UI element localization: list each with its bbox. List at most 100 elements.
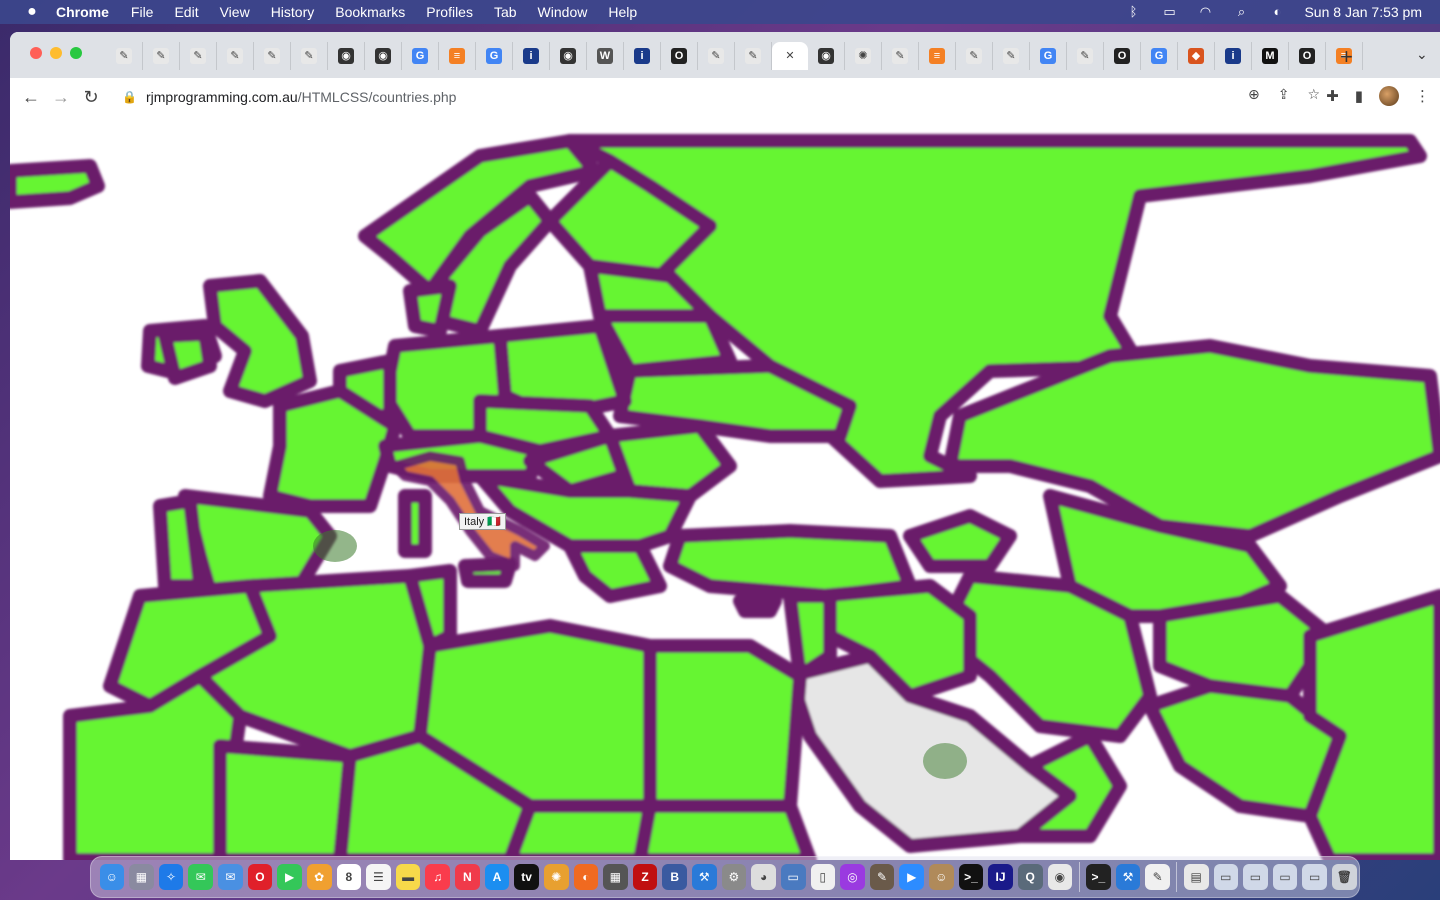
browser-tab[interactable]: ✎ bbox=[291, 42, 328, 70]
country-france[interactable] bbox=[263, 384, 402, 513]
menu-edit[interactable]: Edit bbox=[174, 4, 198, 20]
browser-tab[interactable]: ✎ bbox=[254, 42, 291, 70]
countries-map[interactable] bbox=[10, 116, 1440, 860]
browser-tab[interactable]: G bbox=[1141, 42, 1178, 70]
tab-search-icon[interactable]: ⌄ bbox=[1416, 46, 1428, 63]
bluetooth-icon[interactable]: ᛒ bbox=[1124, 5, 1142, 19]
browser-tab[interactable]: i bbox=[1215, 42, 1252, 70]
country-cyprus[interactable] bbox=[733, 594, 782, 618]
country-greece[interactable] bbox=[563, 539, 667, 603]
gimp-icon[interactable]: ✎ bbox=[869, 864, 895, 890]
browser-tab[interactable]: i bbox=[513, 42, 550, 70]
facetime-icon[interactable]: ▶ bbox=[277, 864, 302, 890]
opera-icon[interactable]: O bbox=[247, 864, 273, 890]
messages-icon[interactable]: ✉ bbox=[188, 864, 213, 890]
elephant-icon[interactable]: ◕ bbox=[751, 864, 776, 890]
browser-tab[interactable]: ✎ bbox=[217, 42, 254, 70]
bbedit-icon[interactable]: B bbox=[662, 864, 687, 890]
calculator-icon[interactable]: ▦ bbox=[603, 864, 628, 890]
preview-icon[interactable]: ▭ bbox=[780, 864, 806, 890]
window-minimize-button[interactable] bbox=[50, 47, 62, 59]
extensions-icon[interactable]: ✚ bbox=[1326, 87, 1339, 105]
browser-tab[interactable]: G bbox=[476, 42, 513, 70]
spotlight-icon[interactable]: ⌕ bbox=[1232, 5, 1250, 19]
back-icon[interactable]: ← bbox=[16, 87, 46, 108]
browser-tab[interactable]: ≡ bbox=[919, 42, 956, 70]
side-panel-icon[interactable]: ▮ bbox=[1355, 87, 1363, 105]
window-thumb-icon[interactable]: ▭ bbox=[1213, 864, 1239, 890]
mail-icon[interactable]: ✉ bbox=[218, 864, 243, 890]
menu-window[interactable]: Window bbox=[538, 4, 588, 20]
browser-tab[interactable]: ✺ bbox=[845, 42, 882, 70]
menu-view[interactable]: View bbox=[220, 4, 250, 20]
battery-icon[interactable]: ▭ bbox=[1160, 5, 1178, 19]
country-india[interactable] bbox=[1303, 589, 1440, 860]
download-stack-icon[interactable]: ▤ bbox=[1183, 864, 1209, 890]
intellij-icon[interactable]: IJ bbox=[988, 864, 1013, 890]
browser-tab[interactable]: O bbox=[661, 42, 698, 70]
share-icon[interactable]: ⇪ bbox=[1278, 86, 1290, 103]
contacts-icon[interactable]: ☺ bbox=[929, 864, 954, 890]
new-tab-button[interactable]: + bbox=[1340, 44, 1353, 70]
calendar-icon[interactable]: 8 bbox=[336, 864, 362, 890]
country-chad[interactable] bbox=[503, 799, 657, 860]
safari-icon[interactable]: ✧ bbox=[158, 864, 184, 890]
window-maximize-button[interactable] bbox=[70, 47, 82, 59]
browser-tab[interactable]: ✎ bbox=[993, 42, 1030, 70]
country-sardinia-corsica[interactable] bbox=[398, 489, 432, 558]
forward-icon[interactable]: → bbox=[46, 87, 76, 108]
browser-tab[interactable]: O bbox=[1104, 42, 1141, 70]
browser-tab[interactable]: ◉ bbox=[328, 42, 365, 70]
browser-tab[interactable]: i bbox=[624, 42, 661, 70]
browser-tab[interactable]: ✎ bbox=[180, 42, 217, 70]
country-sudan[interactable] bbox=[633, 799, 817, 860]
menu-clock[interactable]: Sun 8 Jan 7:53 pm bbox=[1304, 4, 1422, 20]
document-icon[interactable]: ▯ bbox=[810, 864, 836, 890]
browser-tab[interactable]: O bbox=[1289, 42, 1326, 70]
pinwheel-icon[interactable]: ✺ bbox=[543, 864, 569, 890]
window-thumb-icon[interactable]: ▭ bbox=[1302, 864, 1328, 890]
reminders-icon[interactable]: ☰ bbox=[366, 864, 391, 890]
menu-bookmarks[interactable]: Bookmarks bbox=[335, 4, 405, 20]
lock-icon[interactable]: 🔒 bbox=[122, 90, 137, 104]
country-egypt[interactable] bbox=[643, 639, 807, 813]
news-icon[interactable]: N bbox=[455, 864, 480, 890]
browser-tab[interactable]: G bbox=[402, 42, 439, 70]
firefox-icon[interactable]: ◐ bbox=[573, 864, 599, 890]
browser-tab[interactable]: ✎ bbox=[956, 42, 993, 70]
country-uk[interactable] bbox=[203, 274, 317, 408]
browser-tab[interactable]: W bbox=[587, 42, 624, 70]
browser-tab[interactable]: ✕ bbox=[772, 42, 808, 70]
browser-tab[interactable]: ◉ bbox=[550, 42, 587, 70]
filezilla-icon[interactable]: Z bbox=[632, 864, 658, 890]
browser-tab[interactable]: ✎ bbox=[143, 42, 180, 70]
apple-menu-icon[interactable]: ● bbox=[22, 3, 42, 21]
menu-history[interactable]: History bbox=[271, 4, 315, 20]
country-portugal[interactable] bbox=[153, 494, 207, 593]
finder-icon[interactable]: ☺ bbox=[99, 864, 125, 890]
browser-tab[interactable]: M bbox=[1252, 42, 1289, 70]
browser-tab[interactable]: ◆ bbox=[1178, 42, 1215, 70]
menu-tab[interactable]: Tab bbox=[494, 4, 517, 20]
browser-tab[interactable]: ✎ bbox=[1067, 42, 1104, 70]
zoom-icon[interactable]: ▶ bbox=[899, 864, 924, 890]
appletv-icon[interactable]: tv bbox=[514, 864, 539, 890]
trash-icon[interactable]: 🗑 bbox=[1332, 864, 1357, 890]
control-center-icon[interactable]: ◐ bbox=[1268, 5, 1286, 19]
textedit-icon[interactable]: ✎ bbox=[1145, 864, 1170, 890]
photos-icon[interactable]: ✿ bbox=[306, 864, 332, 890]
appstore-icon[interactable]: A bbox=[484, 864, 510, 890]
podcasts-icon[interactable]: ◎ bbox=[840, 864, 865, 890]
chrome-menu-icon[interactable]: ⋮ bbox=[1415, 87, 1430, 105]
address-bar[interactable]: 🔒 rjmprogramming.com.au/HTMLCSS/countrie… bbox=[122, 82, 1292, 112]
menu-file[interactable]: File bbox=[131, 4, 154, 20]
xcode-icon[interactable]: ⚒ bbox=[692, 864, 717, 890]
country-denmark[interactable] bbox=[403, 279, 457, 338]
settings-icon[interactable]: ⚙ bbox=[721, 864, 747, 890]
bookmark-star-icon[interactable]: ☆ bbox=[1307, 86, 1320, 103]
browser-tab[interactable]: ◉ bbox=[808, 42, 845, 70]
country-mali[interactable] bbox=[213, 739, 357, 860]
app-menu-chrome[interactable]: Chrome bbox=[56, 4, 109, 20]
terminal-window-icon[interactable]: >_ bbox=[1086, 864, 1111, 890]
zoom-icon[interactable]: ⊕ bbox=[1248, 86, 1260, 103]
